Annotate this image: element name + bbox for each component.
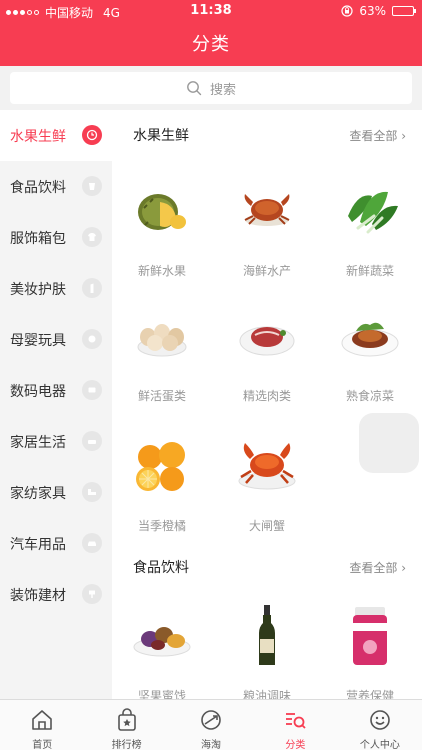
orange-icon [136,442,185,491]
sidebar-item-home-living[interactable]: 家居生活 [0,416,112,467]
section-header: 食品饮料 查看全部 › [112,542,422,582]
smiley-icon [370,710,390,730]
tab-label: 首页 [32,740,53,750]
category-cell[interactable]: 熟食凉菜 [320,295,420,415]
category-label: 新鲜水果 [137,264,186,278]
section-title: 食品饮料 [133,560,189,576]
category-cell[interactable]: 粮油调味 [217,595,317,699]
ranking-bag-icon [117,708,136,731]
nuts-icon [133,627,191,657]
sidebar-item-textile-furniture[interactable]: 家纺家具 [0,467,112,518]
battery-percent: 63% [359,4,386,18]
sidebar-item-baby-toys[interactable]: 母婴玩具 [0,314,112,365]
vegetable-icon [348,191,398,234]
category-label: 精选肉类 [242,389,291,403]
shirt-icon [82,227,102,247]
hairy-crab-icon [238,443,296,490]
home-icon [32,710,53,730]
category-cell[interactable]: 海鲜水产 [217,170,317,290]
category-label: 鲜活蛋类 [137,389,186,403]
cooked-dish-icon [341,322,399,357]
category-label: 当季橙橘 [137,519,186,533]
section-header: 水果生鲜 查看全部 › [112,110,422,150]
search-bar: 搜索 [0,66,422,110]
bed-icon [82,482,102,502]
sidebar-item-digital[interactable]: 数码电器 [0,365,112,416]
category-cell[interactable]: 鲜活蛋类 [112,295,212,415]
tab-home[interactable]: 首页 [0,700,84,750]
category-label: 熟食凉菜 [345,389,394,403]
tab-label: 个人中心 [359,740,400,750]
view-all-label: 查看全部 [349,129,398,143]
category-content: 水果生鲜 查看全部 › 新鲜水果 海鲜水产 新鲜蔬菜 鲜活蛋类 精选肉类 熟食凉… [112,110,422,699]
category-label: 粮油调味 [242,689,291,699]
sidebar-item-apparel-bags[interactable]: 服饰箱包 [0,212,112,263]
floating-assistive-button[interactable] [359,413,419,473]
category-cell[interactable]: 当季橙橘 [112,425,212,545]
supplement-icon [353,607,387,665]
tab-overseas[interactable]: 海淘 [169,700,253,750]
tab-ranking[interactable]: 排行榜 [84,700,168,750]
tab-label: 海淘 [201,740,222,750]
category-cell[interactable]: 大闸蟹 [217,425,317,545]
sidebar-item-auto[interactable]: 汽车用品 [0,518,112,569]
view-all-link[interactable]: 查看全部 › [349,127,406,144]
rotation-lock-icon [341,5,353,17]
category-label: 坚果蜜饯 [137,689,186,699]
category-cell[interactable]: 营养保健 [320,595,420,699]
tab-profile[interactable]: 个人中心 [338,700,422,750]
category-sidebar: 水果生鲜 食品饮料 服饰箱包 美妆护肤 母婴玩具 数码电器 家居生活 家纺家具 … [0,110,112,699]
view-all-link[interactable]: 查看全部 › [349,559,406,576]
category-label: 海鲜水产 [242,264,291,278]
sidebar-item-beauty[interactable]: 美妆护肤 [0,263,112,314]
category-cell[interactable]: 精选肉类 [217,295,317,415]
battery-icon [392,6,416,16]
sidebar-item-fruit-fresh[interactable]: 水果生鲜 [0,110,112,161]
tab-category[interactable]: 分类 [253,700,337,750]
globe-plane-icon [201,710,221,730]
view-all-label: 查看全部 [349,561,398,575]
car-icon [82,533,102,553]
cup-icon [82,176,102,196]
search-placeholder: 搜索 [209,82,236,98]
sidebar-item-decoration[interactable]: 装饰建材 [0,569,112,620]
sofa-icon [82,431,102,451]
bottom-tab-bar: 首页 排行榜 海淘 分类 个人中心 [0,699,422,750]
toy-icon [82,329,102,349]
category-label: 新鲜蔬菜 [345,264,394,278]
brush-icon [82,584,102,604]
eggs-icon [137,324,187,357]
steak-icon [239,326,295,356]
category-cell[interactable]: 新鲜蔬菜 [320,170,420,290]
header: 中国移动 4G 11:38 63% 分类 [0,0,422,66]
sidebar-item-food-drink[interactable]: 食品饮料 [0,161,112,212]
clock-icon [82,125,102,145]
status-bar: 中国移动 4G 11:38 63% [0,0,422,22]
category-cell[interactable]: 坚果蜜饯 [112,595,212,699]
oil-bottle-icon [259,605,275,665]
page-title: 分类 [192,34,230,55]
search-icon [187,81,202,96]
crab-icon [244,194,290,226]
appliance-icon [82,380,102,400]
tab-label: 排行榜 [111,740,142,750]
category-label: 营养保健 [345,689,394,699]
search-input[interactable]: 搜索 [10,72,412,104]
tab-label: 分类 [285,740,306,750]
durian-icon [138,194,186,230]
category-search-icon [286,713,307,729]
category-cell[interactable]: 新鲜水果 [112,170,212,290]
category-label: 大闸蟹 [248,519,285,533]
section-title: 水果生鲜 [133,128,189,144]
lipstick-icon [82,278,102,298]
